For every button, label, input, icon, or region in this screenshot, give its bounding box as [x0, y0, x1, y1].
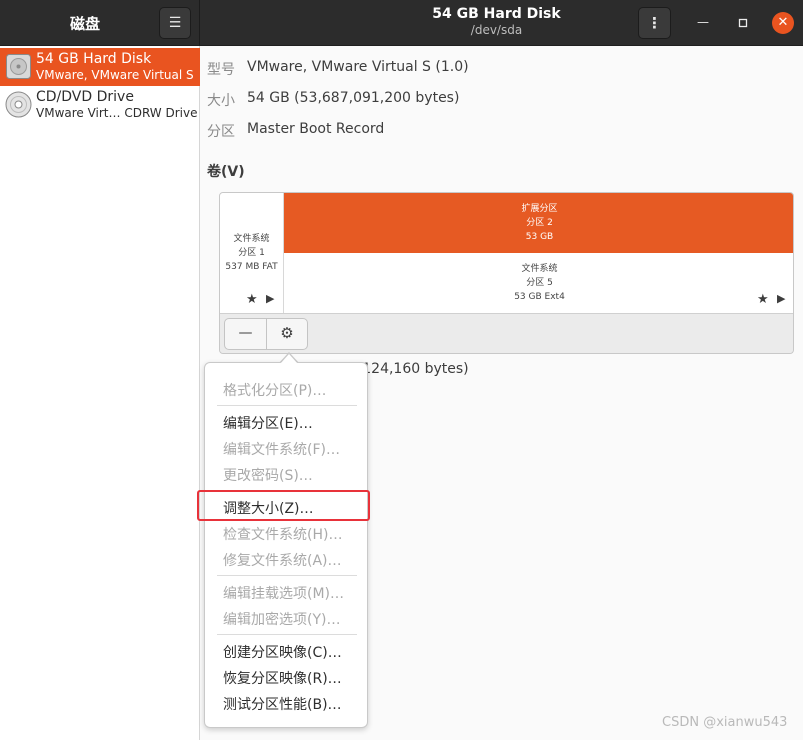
close-icon: ✕ — [777, 15, 789, 30]
drive-name: 54 GB Hard Disk — [36, 51, 152, 67]
disk-menu-button[interactable]: ⋮ — [638, 7, 671, 39]
volume-toolbar: — ⚙ — [220, 313, 793, 353]
popover-arrow-fill — [280, 354, 298, 364]
menu-separator — [217, 575, 357, 576]
partition-1-type: 文件系统 — [233, 234, 270, 244]
menu-item-restore-partition-image[interactable]: 恢复分区映像(R)… — [223, 668, 342, 688]
menu-item-edit-encryption-options[interactable]: 编辑加密选项(Y)… — [223, 609, 340, 629]
menu-item-change-passphrase[interactable]: 更改密码(S)… — [223, 465, 313, 485]
drive-item-hard-disk[interactable]: 54 GB Hard Disk VMware, VMware Virtual S — [0, 48, 200, 86]
size-label: 大小 — [207, 93, 235, 109]
menu-item-create-partition-image[interactable]: 创建分区映像(C)… — [223, 642, 342, 662]
drive-description: VMware Virt… CDRW Drive — [36, 106, 198, 120]
extended-partition-size: 53 GB — [525, 232, 554, 242]
gears-icon: ⚙ — [280, 324, 294, 342]
model-value: VMware, VMware Virtual S (1.0) — [247, 59, 469, 75]
close-button[interactable]: ✕ — [772, 12, 794, 34]
menu-item-repair-filesystem[interactable]: 修复文件系统(A)… — [223, 550, 342, 570]
partition-1-number: 分区 1 — [238, 248, 265, 258]
menu-separator — [217, 405, 357, 406]
vertical-dots-icon: ⋮ — [647, 14, 662, 32]
volume-tool-group: — ⚙ — [224, 318, 308, 350]
partition-5-size: 53 GB Ext4 — [514, 292, 565, 302]
play-icon: ▶ — [777, 292, 786, 305]
star-icon: ★ — [757, 292, 769, 307]
maximize-icon — [738, 17, 748, 31]
partition-1-size: 537 MB FAT — [225, 262, 278, 272]
partition-5-number: 分区 5 — [526, 278, 553, 288]
menu-item-edit-partition[interactable]: 编辑分区(E)… — [223, 413, 313, 433]
menu-separator — [217, 634, 357, 635]
extended-partition-number: 分区 2 — [526, 218, 553, 228]
drive-description: VMware, VMware Virtual S — [36, 68, 194, 82]
remove-partition-button[interactable]: — — [225, 319, 267, 349]
star-icon: ★ — [246, 292, 258, 307]
hard-disk-icon — [5, 53, 32, 80]
volumes-heading: 卷(V) — [207, 164, 245, 180]
menu-item-check-filesystem[interactable]: 检查文件系统(H)… — [223, 524, 342, 544]
partition-1-text: 文件系统 分区 1 537 MB FAT — [220, 232, 283, 274]
partition-options-menu: 格式化分区(P)… 编辑分区(E)… 编辑文件系统(F)… 更改密码(S)… 调… — [204, 362, 368, 728]
volume-map: 文件系统 分区 1 537 MB FAT ★ ▶ 扩展分区 分区 2 53 GB… — [219, 192, 794, 354]
hamburger-icon: ☰ — [168, 15, 182, 31]
header-left-pane: 磁盘 ☰ — [0, 0, 200, 46]
watermark: CSDN @xianwu543 — [662, 715, 788, 730]
partition-5-text: 文件系统 分区 5 53 GB Ext4 — [284, 262, 793, 304]
menu-item-benchmark-partition[interactable]: 测试分区性能(B)… — [223, 694, 342, 714]
play-icon: ▶ — [266, 292, 275, 305]
optical-disc-icon — [5, 91, 32, 118]
app-menu-button[interactable]: ☰ — [159, 7, 191, 39]
minimize-icon: — — [697, 15, 709, 29]
partition-1-block[interactable]: 文件系统 分区 1 537 MB FAT ★ ▶ — [220, 193, 284, 313]
partition-options-button[interactable]: ⚙ — [267, 319, 307, 349]
partitioning-label: 分区 — [207, 124, 235, 140]
resize-highlight-box — [197, 490, 370, 521]
header-bar: 磁盘 ☰ 54 GB Hard Disk /dev/sda ⋮ — ✕ — [0, 0, 803, 46]
menu-item-format-partition[interactable]: 格式化分区(P)… — [223, 380, 326, 400]
minimize-button[interactable]: — — [692, 12, 714, 34]
menu-item-edit-filesystem[interactable]: 编辑文件系统(F)… — [223, 439, 340, 459]
extended-partition-text: 扩展分区 分区 2 53 GB — [284, 202, 793, 244]
partitioning-value: Master Boot Record — [247, 121, 385, 137]
drive-list-sidebar: 54 GB Hard Disk VMware, VMware Virtual S… — [0, 46, 200, 740]
drive-name: CD/DVD Drive — [36, 89, 134, 105]
minus-icon: — — [238, 325, 253, 341]
extended-partition-type: 扩展分区 — [521, 204, 558, 214]
model-label: 型号 — [207, 62, 235, 78]
partition-5-block[interactable]: 文件系统 分区 5 53 GB Ext4 ★ ▶ — [284, 253, 793, 313]
maximize-button[interactable] — [732, 12, 754, 34]
size-value: 54 GB (53,687,091,200 bytes) — [247, 90, 460, 106]
drive-item-cd-dvd[interactable]: CD/DVD Drive VMware Virt… CDRW Drive — [0, 86, 200, 124]
menu-item-edit-mount-options[interactable]: 编辑挂载选项(M)… — [223, 583, 344, 603]
extended-partition-block[interactable]: 扩展分区 分区 2 53 GB — [284, 193, 793, 253]
partition-5-type: 文件系统 — [521, 264, 558, 274]
